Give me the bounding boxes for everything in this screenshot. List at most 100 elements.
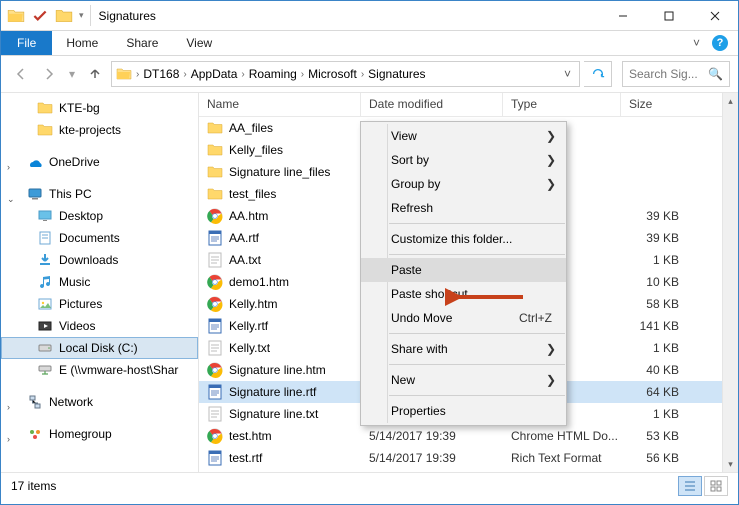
qat-newfolder-icon[interactable] xyxy=(55,7,73,25)
nav-item-documents[interactable]: Documents xyxy=(1,227,198,249)
file-row[interactable]: test.rtf5/14/2017 19:39Rich Text Format5… xyxy=(199,447,738,469)
menu-item-paste[interactable]: Paste xyxy=(361,258,566,282)
nav-item-downloads[interactable]: Downloads xyxy=(1,249,198,271)
breadcrumb-item[interactable]: AppData xyxy=(189,67,240,81)
close-button[interactable] xyxy=(692,1,738,30)
tab-share[interactable]: Share xyxy=(112,31,172,55)
file-size: 39 KB xyxy=(621,231,697,245)
nav-item-onedrive[interactable]: ›OneDrive xyxy=(1,151,198,173)
chevron-right-icon[interactable]: › xyxy=(134,69,141,80)
ribbon-tabs: File Home Share View ˅ ? xyxy=(1,31,738,56)
view-large-icons-button[interactable] xyxy=(704,476,728,496)
nav-item-music[interactable]: Music xyxy=(1,271,198,293)
nav-item-label: Documents xyxy=(59,231,120,245)
nav-item-kte-bg[interactable]: KTE-bg xyxy=(1,97,198,119)
menu-separator xyxy=(389,223,565,224)
file-size: 64 KB xyxy=(621,385,697,399)
view-details-button[interactable] xyxy=(678,476,702,496)
file-name: test.rtf xyxy=(229,451,262,465)
folder-app-icon xyxy=(7,7,25,25)
file-type: Chrome HTML Do... xyxy=(503,429,621,443)
menu-item-group-by[interactable]: Group by❯ xyxy=(361,172,566,196)
breadcrumb-item[interactable]: Microsoft xyxy=(306,67,359,81)
chevron-down-icon[interactable]: ⌄ xyxy=(7,194,15,205)
menu-item-refresh[interactable]: Refresh xyxy=(361,196,566,220)
nav-item-label: Pictures xyxy=(59,297,102,311)
menu-item-customize-this-folder-[interactable]: Customize this folder... xyxy=(361,227,566,251)
up-button[interactable] xyxy=(83,62,107,86)
scroll-up-icon[interactable]: ▴ xyxy=(723,93,738,109)
file-name: AA.htm xyxy=(229,209,268,223)
nav-item-label: E (\\vmware-host\Shar xyxy=(59,363,178,377)
back-button[interactable] xyxy=(9,62,33,86)
file-row[interactable]: test.htm5/14/2017 19:39Chrome HTML Do...… xyxy=(199,425,738,447)
maximize-button[interactable] xyxy=(646,1,692,30)
nav-item-label: Homegroup xyxy=(49,427,112,441)
column-date[interactable]: Date modified xyxy=(361,93,503,116)
address-dropdown-icon[interactable]: ˅ xyxy=(558,67,577,81)
scroll-thumb[interactable] xyxy=(723,109,738,456)
column-type[interactable]: Type xyxy=(503,93,621,116)
refresh-button[interactable] xyxy=(584,61,612,87)
recent-dropdown-icon[interactable]: ▾ xyxy=(65,62,79,86)
breadcrumb-bar[interactable]: › DT168› AppData› Roaming› Microsoft› Si… xyxy=(111,61,580,87)
nav-item-pictures[interactable]: Pictures xyxy=(1,293,198,315)
file-size: 1 KB xyxy=(621,253,697,267)
chevron-right-icon[interactable]: › xyxy=(7,402,10,412)
scroll-down-icon[interactable]: ▾ xyxy=(723,456,738,472)
chevron-right-icon[interactable]: › xyxy=(7,162,10,172)
nav-item-local-disk-c-[interactable]: Local Disk (C:) xyxy=(1,337,198,359)
breadcrumb-item[interactable]: DT168 xyxy=(141,67,181,81)
nav-item-videos[interactable]: Videos xyxy=(1,315,198,337)
nav-item-homegroup[interactable]: › Homegroup xyxy=(1,423,198,445)
file-name: test_files xyxy=(229,187,276,201)
nav-item-kte-projects[interactable]: kte-projects xyxy=(1,119,198,141)
breadcrumb-item[interactable]: Roaming xyxy=(247,67,299,81)
menu-item-view[interactable]: View❯ xyxy=(361,124,566,148)
minimize-button[interactable] xyxy=(600,1,646,30)
navigation-pane[interactable]: KTE-bgkte-projects ›OneDrive ⌄ This PC Deskt… xyxy=(1,93,199,472)
i-docs-icon xyxy=(37,230,53,246)
rtf-icon xyxy=(207,450,223,466)
menu-item-label: Properties xyxy=(391,404,446,418)
menu-item-properties[interactable]: Properties xyxy=(361,399,566,423)
help-icon[interactable]: ? xyxy=(712,35,728,51)
chevron-right-icon[interactable]: › xyxy=(299,69,306,80)
menu-item-label: Refresh xyxy=(391,201,433,215)
tab-home[interactable]: Home xyxy=(52,31,112,55)
search-icon: 🔍 xyxy=(708,67,723,81)
column-name[interactable]: Name xyxy=(199,93,361,116)
nav-item-desktop[interactable]: Desktop xyxy=(1,205,198,227)
file-list-pane[interactable]: Name Date modified Type Size AA_filesKel… xyxy=(199,93,738,472)
menu-item-share-with[interactable]: Share with❯ xyxy=(361,337,566,361)
ribbon-expand-icon[interactable]: ˅ xyxy=(693,36,700,50)
tab-view[interactable]: View xyxy=(172,31,226,55)
column-headers[interactable]: Name Date modified Type Size xyxy=(199,93,738,117)
scrollbar-vertical[interactable]: ▴ ▾ xyxy=(722,93,738,472)
search-input[interactable]: Search Sig... 🔍 xyxy=(622,61,730,87)
file-name: Signature line_files xyxy=(229,165,330,179)
nav-item-this-pc[interactable]: ⌄ This PC xyxy=(1,183,198,205)
nav-item-label: This PC xyxy=(49,187,92,201)
nav-item-network[interactable]: ›Network xyxy=(1,391,198,413)
column-size[interactable]: Size xyxy=(621,93,738,116)
menu-item-new[interactable]: New❯ xyxy=(361,368,566,392)
chevron-right-icon[interactable]: › xyxy=(181,69,188,80)
nav-item-label: Videos xyxy=(59,319,95,333)
menu-item-sort-by[interactable]: Sort by❯ xyxy=(361,148,566,172)
file-size: 1 KB xyxy=(621,407,697,421)
file-date: 5/14/2017 19:39 xyxy=(361,451,503,465)
qat-dropdown-icon[interactable]: ▾ xyxy=(79,10,84,21)
qat-properties-icon[interactable] xyxy=(31,7,49,25)
chevron-right-icon: ❯ xyxy=(546,129,556,143)
i-dl-icon xyxy=(37,252,53,268)
breadcrumb-item[interactable]: Signatures xyxy=(366,67,427,81)
forward-button[interactable] xyxy=(37,62,61,86)
chevron-right-icon[interactable]: › xyxy=(359,69,366,80)
file-tab[interactable]: File xyxy=(1,31,52,55)
nav-item-e-vmware-host-shar[interactable]: E (\\vmware-host\Shar xyxy=(1,359,198,381)
file-name: test.htm xyxy=(229,429,272,443)
chevron-right-icon[interactable]: › xyxy=(239,69,246,80)
menu-item-undo-move[interactable]: Undo MoveCtrl+Z xyxy=(361,306,566,330)
chevron-right-icon[interactable]: › xyxy=(7,434,10,444)
